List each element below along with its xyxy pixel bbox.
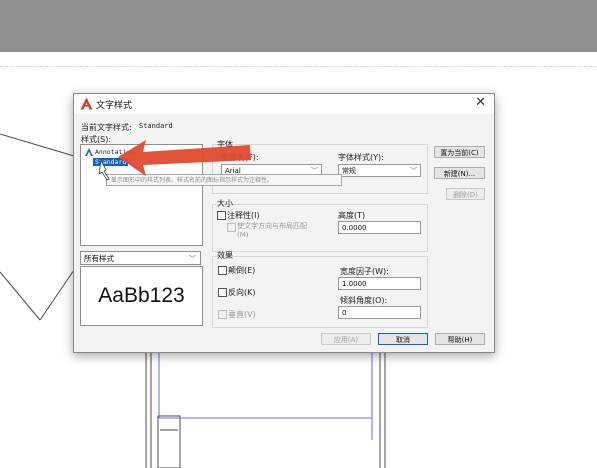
- autocad-logo-icon: [80, 97, 93, 110]
- apply-button[interactable]: 应用(A): [321, 333, 371, 345]
- cancel-button[interactable]: 取消: [378, 333, 428, 345]
- backwards-label: 反向(K): [228, 288, 256, 297]
- close-icon[interactable]: ✕: [475, 95, 486, 110]
- match-orientation-label: 使文字方向与布局匹配(M): [237, 222, 307, 239]
- font-style-dropdown[interactable]: 常规 ﹀: [338, 164, 421, 177]
- style-preview-box: AaBb123: [80, 266, 203, 326]
- oblique-angle-value: 0: [342, 309, 347, 317]
- annotative-icon: [85, 148, 93, 156]
- chevron-down-icon: ﹀: [410, 167, 417, 175]
- height-input[interactable]: 0.0000: [338, 221, 421, 234]
- dialog-title-bar[interactable]: 文字样式 ✕: [74, 94, 494, 114]
- list-item-style-annotative[interactable]: Annotative: [95, 148, 134, 156]
- match-orientation-checkbox[interactable]: [227, 223, 236, 232]
- chevron-down-icon: ﹀: [189, 255, 196, 263]
- preview-text: AaBb123: [98, 284, 185, 307]
- backwards-checkbox[interactable]: [218, 288, 227, 297]
- oblique-angle-input[interactable]: 0: [338, 306, 421, 319]
- annotative-label: 注释性(I): [227, 211, 260, 220]
- width-factor-input[interactable]: 1.0000: [338, 277, 421, 290]
- styles-list-tooltip: 显示图形中的样式列表。样式名前的图标指示样式为注释性。: [106, 174, 342, 186]
- upside-down-label: 颠倒(E): [228, 266, 256, 275]
- current-style-value: Standard: [139, 122, 173, 130]
- set-current-button[interactable]: 置为当前(C): [434, 146, 485, 158]
- style-filter-value: 所有样式: [84, 254, 114, 263]
- new-style-button[interactable]: 新建(N)...: [434, 167, 485, 179]
- height-value: 0.0000: [342, 224, 367, 232]
- help-button[interactable]: 帮助(H): [435, 333, 485, 345]
- size-group-label: 大小: [217, 199, 233, 208]
- font-style-value: 常规: [342, 167, 356, 175]
- current-style-label: 当前文字样式:: [81, 123, 132, 132]
- style-filter-dropdown[interactable]: 所有样式 ﹀: [80, 251, 201, 265]
- oblique-angle-label: 倾斜角度(O):: [340, 296, 388, 305]
- dialog-title: 文字样式: [96, 101, 133, 111]
- annotative-checkbox[interactable]: [217, 211, 226, 220]
- delete-style-button[interactable]: 删除(D): [446, 188, 485, 200]
- styles-list[interactable]: Annotative Standard: [80, 144, 203, 246]
- effects-group-label: 效果: [217, 251, 233, 260]
- upside-down-checkbox[interactable]: [218, 266, 227, 275]
- height-label: 高度(T): [338, 211, 366, 220]
- width-factor-label: 宽度因子(W):: [340, 267, 389, 276]
- font-style-label: 字体样式(Y):: [338, 153, 384, 162]
- font-group-label: 字体: [217, 140, 233, 149]
- vertical-checkbox[interactable]: [218, 310, 227, 319]
- text-style-dialog: 文字样式 ✕ 当前文字样式: Standard 样式(S): Annotativ…: [73, 93, 495, 353]
- list-item-style-standard[interactable]: Standard: [93, 158, 129, 166]
- vertical-label: 垂直(V): [228, 310, 256, 319]
- width-factor-value: 1.0000: [342, 280, 367, 288]
- font-name-label: 字体名(F):: [221, 153, 259, 162]
